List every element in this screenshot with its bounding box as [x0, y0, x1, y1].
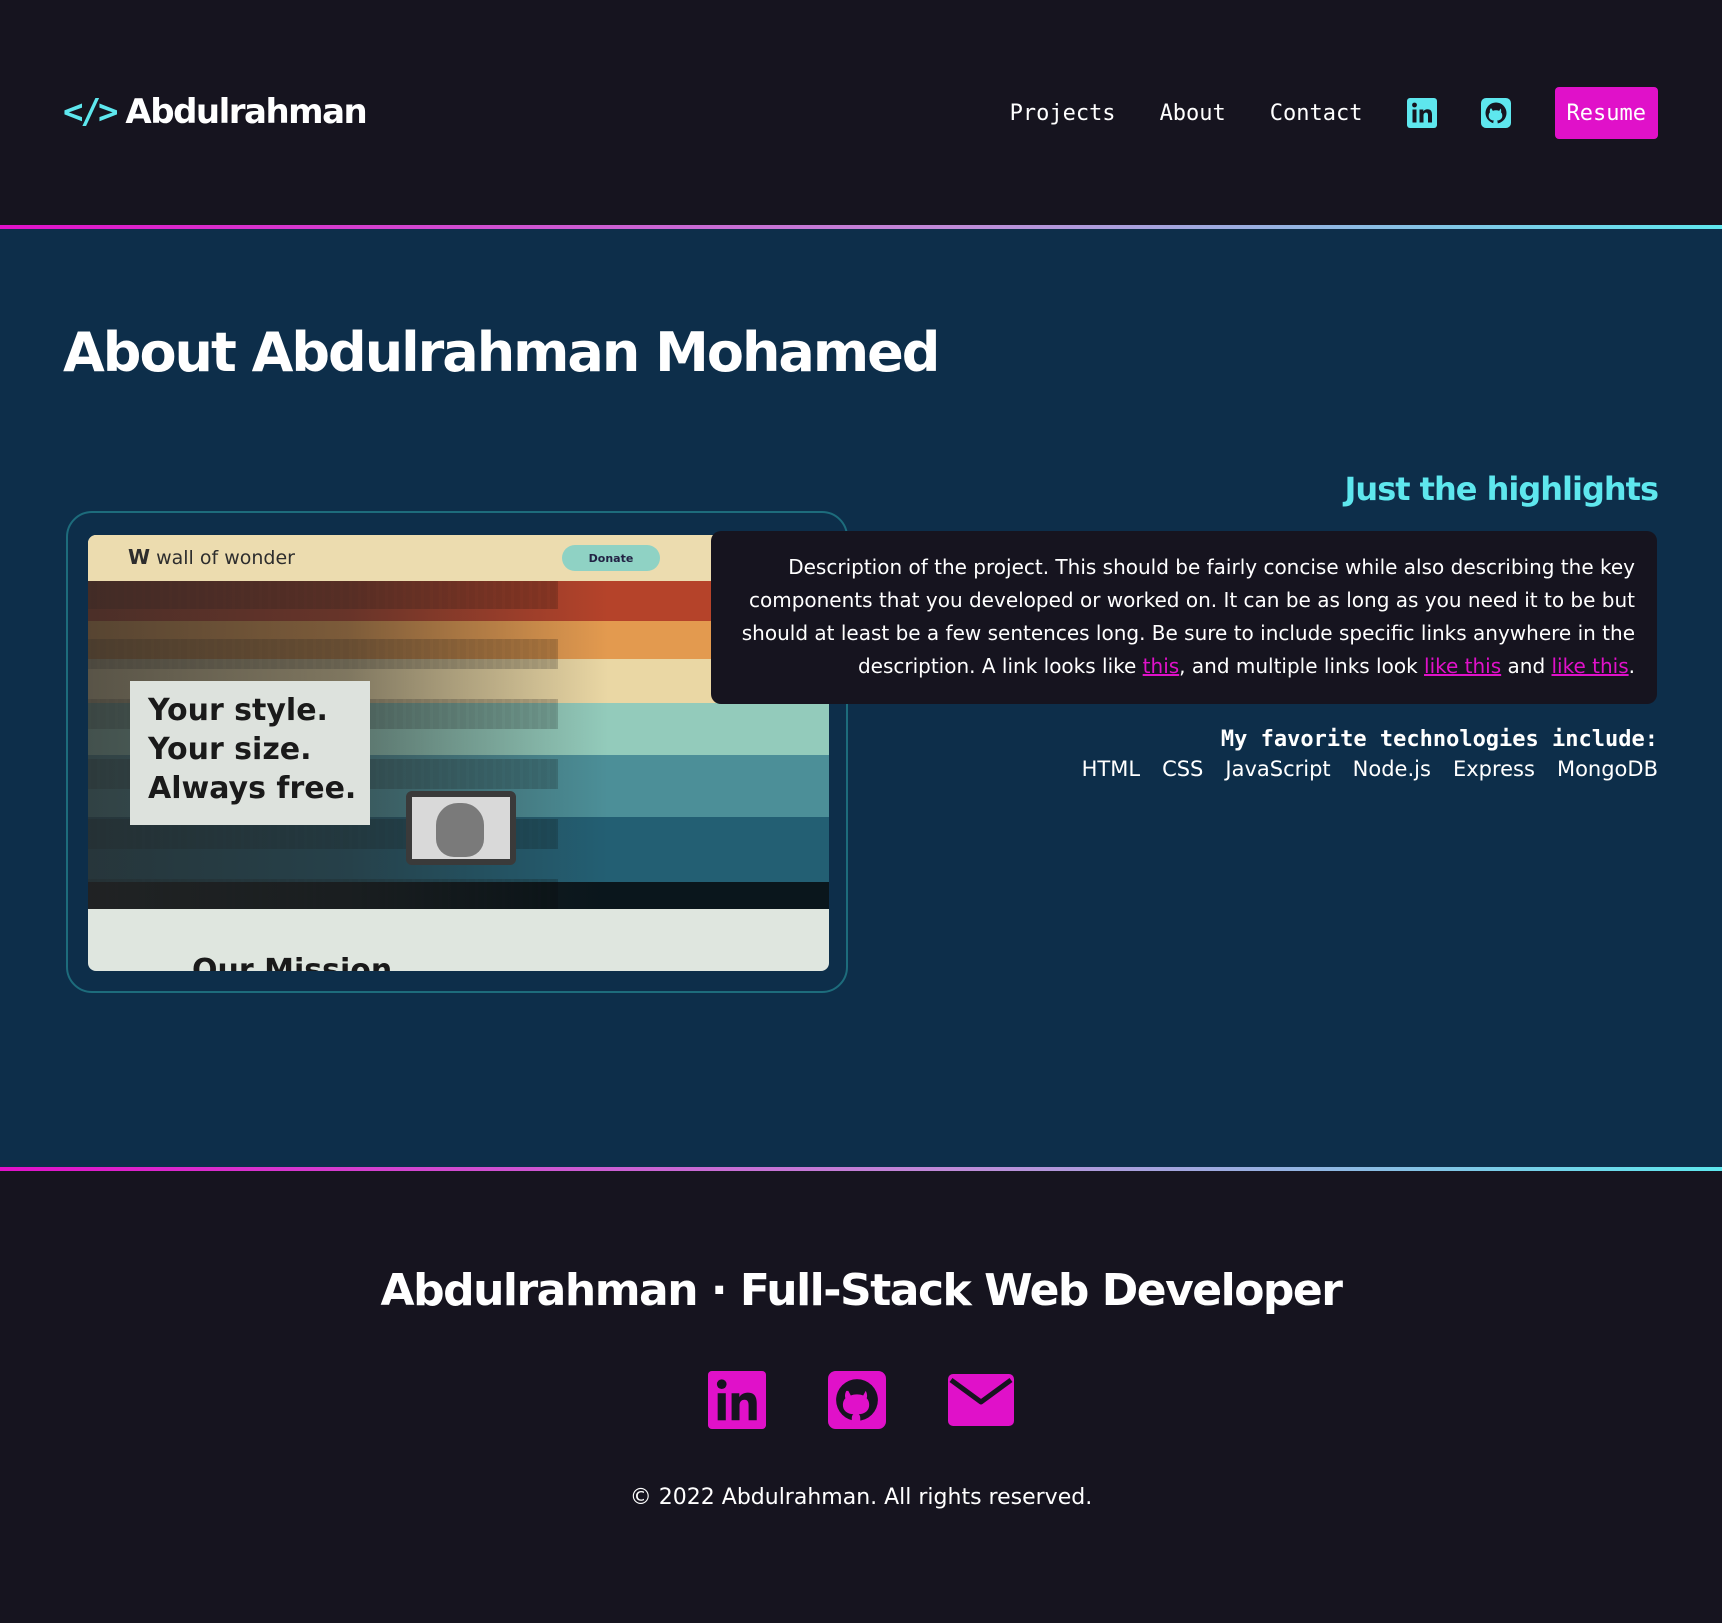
code-icon: </>: [63, 92, 118, 132]
tech-item: MongoDB: [1556, 757, 1658, 781]
linkedin-icon[interactable]: [1406, 98, 1437, 128]
description-link[interactable]: like this: [1552, 654, 1629, 678]
resume-button[interactable]: Resume: [1554, 87, 1658, 139]
description-link[interactable]: this: [1143, 654, 1180, 678]
tech-item: HTML: [1081, 757, 1141, 781]
tech-item: JavaScript: [1225, 757, 1331, 781]
site-footer: Abdulrahman · Full-Stack Web Developer ©…: [0, 1173, 1722, 1623]
tech-item: Express: [1452, 757, 1535, 781]
main-nav: Projects About Contact Resume: [1010, 87, 1658, 139]
tv-image: [406, 791, 516, 865]
tech-item: Node.js: [1352, 757, 1431, 781]
screenshot-tagline: Your style. Your size. Always free.: [130, 681, 370, 825]
github-icon[interactable]: [1480, 98, 1511, 128]
screenshot-logo: Wwall of wonder: [128, 545, 295, 569]
about-section: About Abdulrahman Mohamed Wwall of wonde…: [0, 229, 1722, 1167]
nav-projects[interactable]: Projects: [1010, 101, 1116, 126]
page-title: About Abdulrahman Mohamed: [63, 321, 940, 384]
site-header: </> Abdulrahman Projects About Contact R…: [0, 0, 1722, 226]
footer-title: Abdulrahman · Full-Stack Web Developer: [380, 1265, 1343, 1316]
screenshot-donate-button: Donate: [562, 545, 660, 571]
tech-list: HTML CSS JavaScript Node.js Express Mong…: [1060, 757, 1658, 781]
footer-divider: [0, 1167, 1722, 1171]
wall-of-wonder-logo-icon: W: [128, 545, 151, 569]
logo-text: Abdulrahman: [125, 92, 367, 132]
nav-about[interactable]: About: [1160, 101, 1226, 126]
description-link[interactable]: like this: [1424, 654, 1501, 678]
nav-contact[interactable]: Contact: [1270, 101, 1363, 126]
site-logo[interactable]: </> Abdulrahman: [63, 92, 368, 132]
github-icon[interactable]: [828, 1371, 886, 1433]
highlights-heading: Just the highlights: [1344, 470, 1659, 508]
footer-social-links: [0, 1371, 1722, 1433]
linkedin-icon[interactable]: [708, 1371, 766, 1433]
email-icon[interactable]: [948, 1374, 1014, 1430]
tech-heading: My favorite technologies include:: [1220, 727, 1658, 752]
copyright-text: © 2022 Abdulrahman. All rights reserved.: [629, 1485, 1093, 1510]
project-description: Description of the project. This should …: [711, 531, 1657, 704]
screenshot-mission-heading: Our Mission: [192, 953, 393, 971]
tech-item: CSS: [1162, 757, 1204, 781]
